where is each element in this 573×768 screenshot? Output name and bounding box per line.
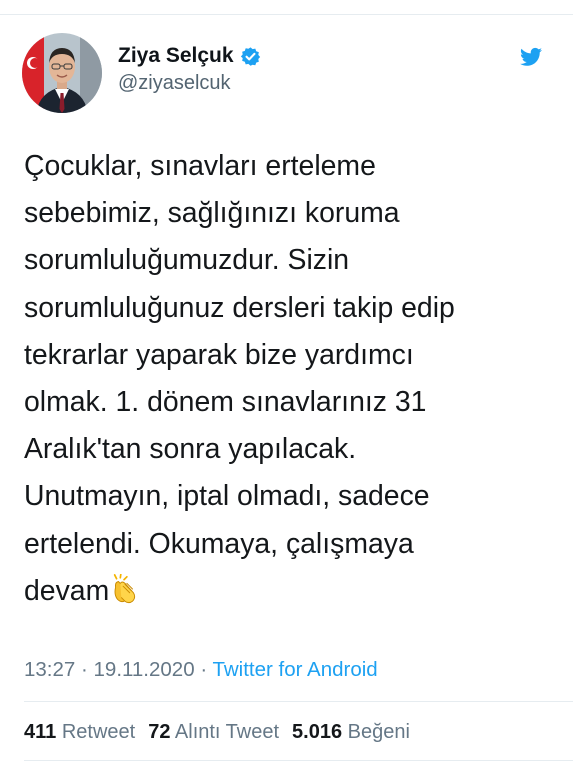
top-divider <box>0 14 573 15</box>
verified-badge-icon <box>240 46 260 66</box>
quotes-count: 72 <box>148 721 171 743</box>
tweet-date[interactable]: 19.11.2020 <box>94 658 195 681</box>
retweets-stat[interactable]: 411 Retweet <box>24 721 135 743</box>
tweet-source-link[interactable]: Twitter for Android <box>212 658 377 681</box>
tweet-line: tekrarlar yaparak bize yardımcı <box>24 338 414 371</box>
author-name-row[interactable]: Ziya Selçuk <box>118 43 261 69</box>
tweet-header: Ziya Selçuk @ziyaselcuk <box>22 33 552 113</box>
tweet-line: Çocuklar, sınavları erteleme <box>24 150 376 182</box>
meta-separator: · <box>75 658 94 681</box>
meta-separator: · <box>194 658 213 681</box>
avatar[interactable] <box>22 33 102 113</box>
likes-count: 5.016 <box>292 721 343 743</box>
tweet-time[interactable]: 13:27 <box>24 658 75 681</box>
retweets-label: Retweet <box>61 721 136 743</box>
quotes-stat[interactable]: 72 Alıntı Tweet <box>148 721 279 743</box>
likes-label: Beğeni <box>347 721 410 743</box>
tweet-line: olmak. 1. dönem sınavlarınız 31 <box>24 386 427 419</box>
retweets-count: 411 <box>24 721 57 743</box>
meta-divider <box>24 701 573 702</box>
likes-stat[interactable]: 5.016 Beğeni <box>292 721 410 743</box>
twitter-bird-icon[interactable] <box>520 47 542 67</box>
tweet-line: devam <box>24 574 110 607</box>
tweet-line: ertelendi. Okumaya, çalışmaya <box>24 527 414 560</box>
tweet-line: sorumluluğunuz dersleri takip edip <box>24 291 455 324</box>
tweet-line: Aralık'tan sonra yapılacak. <box>24 433 357 466</box>
tweet-line: Unutmayın, iptal olmadı, sadece <box>24 480 430 513</box>
clapping-hands-icon <box>114 573 136 603</box>
tweet-line: sorumluluğumuzdur. Sizin <box>24 244 350 277</box>
tweet-meta: 13:27 · 19.11.2020 · Twitter for Android <box>24 658 378 682</box>
tweet-line: sebebimiz, sağlığınızı koruma <box>24 197 400 230</box>
tweet-stats: 411 Retweet 72 Alıntı Tweet 5.016 Beğeni <box>24 720 423 744</box>
author-handle[interactable]: @ziyaselcuk <box>118 71 261 95</box>
tweet-text: Çocuklar, sınavları erteleme sebebimiz, … <box>24 143 549 615</box>
author-info: Ziya Selçuk @ziyaselcuk <box>118 43 261 95</box>
author-name[interactable]: Ziya Selçuk <box>118 43 234 69</box>
stats-divider <box>24 760 573 761</box>
quotes-label: Alıntı Tweet <box>174 721 280 743</box>
